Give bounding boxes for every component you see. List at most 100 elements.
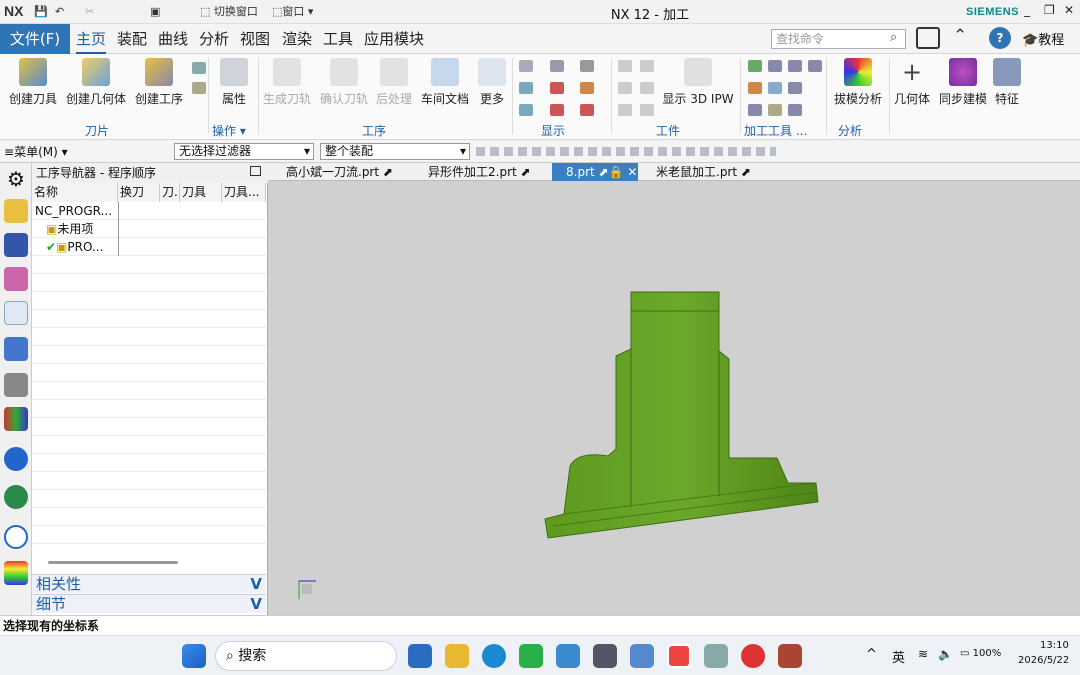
tab-view[interactable]: 视图 [240,24,270,54]
shop-doc-button[interactable]: 车间文档 [418,58,472,107]
machining-tool-icon-4[interactable] [768,60,782,72]
qq-icon[interactable] [741,644,765,668]
selection-filter-select[interactable]: 无选择过滤器 ▾ [174,143,314,160]
machining-tool-icon-7[interactable] [788,60,802,72]
tab-assembly[interactable]: 装配 [117,24,147,54]
note-app-icon[interactable] [556,644,580,668]
display-icon-2[interactable] [519,82,533,94]
display-icon-3[interactable] [519,104,533,116]
workpiece-icon-6[interactable] [640,104,654,116]
tab-curve[interactable]: 曲线 [158,24,188,54]
clock-date[interactable]: 2026/5/22 [1018,655,1069,666]
winrar-icon[interactable] [778,644,802,668]
display-icon-5[interactable] [550,82,564,94]
machining-tool-icon-3[interactable] [748,104,762,116]
operation-navigator-icon[interactable] [4,301,28,325]
postprocess-button[interactable]: 后处理 [374,58,414,107]
machining-tool-icon-6[interactable] [768,104,782,116]
sync-modeling-button[interactable]: 同步建模 [936,58,990,107]
display-icon-1[interactable] [519,60,533,72]
assembly-navigator-icon[interactable] [4,233,28,257]
display-icon-9[interactable] [580,104,594,116]
create-geometry-button[interactable]: 创建几何体 [64,58,128,107]
part-model[interactable] [268,181,1080,615]
file-tab-4[interactable]: 米老鼠加工.prt ⬈ [642,163,772,181]
file-tab-1[interactable]: 高小斌一刀流.prt ⬈ [272,163,402,181]
column-header-tool-extra[interactable]: 刀具... [222,183,266,202]
workpiece-icon-3[interactable] [618,104,632,116]
mini-tool-icon[interactable] [192,62,206,74]
workpiece-icon-2[interactable] [618,82,632,94]
cloud-app-icon[interactable] [630,644,654,668]
part-navigator-icon[interactable] [4,337,28,361]
file-menu-button[interactable]: 文件(F) [0,24,70,54]
table-row[interactable]: NC_PROGR... [32,202,266,220]
nx-app-icon[interactable] [667,644,691,668]
machine-tool-navigator-icon[interactable] [4,199,28,223]
collapse-ribbon-icon[interactable]: ⌃ [953,26,967,46]
wifi-icon[interactable]: ≋ [918,647,928,661]
search-icon[interactable]: ⌕ [890,30,897,45]
image-tool-icon[interactable] [593,644,617,668]
menu-button[interactable]: ≡菜单(M) ▾ [4,143,68,160]
close-icon[interactable]: ✕ [627,165,637,179]
display-icon-4[interactable] [550,60,564,72]
machining-tool-icon-9[interactable] [788,104,802,116]
tab-home[interactable]: 主页 [76,24,107,54]
column-header-tool-path[interactable]: 刀. [160,183,180,202]
feature-button[interactable]: 特征 [992,58,1022,107]
table-row[interactable]: ▣未用项 [32,220,266,238]
machining-tool-icon-8[interactable] [788,82,802,94]
palette-icon[interactable] [4,561,28,585]
file-tab-2[interactable]: 异形件加工2.prt ⬈ [414,163,548,181]
display-icon-6[interactable] [550,104,564,116]
machining-tool-icon-5[interactable] [768,82,782,94]
column-header-tool-change[interactable]: 换刀 [118,183,160,202]
close-button[interactable]: ✕ [1064,3,1074,17]
geometry-button[interactable]: + 几何体 [892,58,932,107]
wechat-icon[interactable] [519,644,543,668]
create-tool-button[interactable]: 创建刀具 [6,58,60,107]
snap-icons-strip[interactable] [476,147,776,156]
show-3d-ipw-button[interactable]: 显示 3D IPW [660,58,736,107]
help-icon[interactable]: ? [989,27,1011,49]
battery-indicator[interactable]: ▭ 100% [960,648,1001,659]
tab-analysis[interactable]: 分析 [199,24,229,54]
library-icon[interactable] [4,407,28,431]
horizontal-scrollbar[interactable] [48,561,178,564]
create-operation-button[interactable]: 创建工序 [132,58,186,107]
history-clock-icon[interactable] [4,525,28,549]
draft-analysis-button[interactable]: 拔模分析 [830,58,886,107]
mini-geometry-icon[interactable] [192,82,206,94]
workpiece-icon-4[interactable] [640,60,654,72]
chevron-up-icon[interactable]: ^ [866,647,877,662]
workpiece-icon-1[interactable] [618,60,632,72]
details-section-header[interactable]: 细节 V [32,594,266,613]
web-browser-icon[interactable] [4,485,28,509]
related-section-header[interactable]: 相关性 V [32,574,266,593]
command-search-input[interactable]: 查找命令 [771,29,906,49]
tab-render[interactable]: 渲染 [282,24,312,54]
fullscreen-icon[interactable] [916,27,940,49]
input-language-indicator[interactable]: 英 [892,647,905,666]
display-icon-8[interactable] [580,82,594,94]
machining-tool-icon-2[interactable] [748,82,762,94]
volume-icon[interactable]: 🔈 [938,647,953,661]
folder-icon[interactable] [445,644,469,668]
restore-button[interactable]: ❐ [1044,3,1055,17]
more-button[interactable]: 更多 [476,58,508,107]
group-operation-label[interactable]: 操作 ▾ [212,122,246,139]
properties-button[interactable]: 属性 [214,58,254,107]
info-icon[interactable] [4,447,28,471]
edge-browser-icon[interactable] [482,644,506,668]
windows-start-icon[interactable] [182,644,206,668]
column-header-tool[interactable]: 刀具 [180,183,222,202]
minimize-button[interactable]: _ [1024,3,1030,17]
reuse-library-icon[interactable] [4,373,28,397]
display-icon-7[interactable] [580,60,594,72]
constraint-navigator-icon[interactable] [4,267,28,291]
assembly-scope-select[interactable]: 整个装配 ▾ [320,143,470,160]
verify-path-button[interactable]: 确认刀轨 [318,58,370,107]
maximize-panel-icon[interactable] [250,166,261,176]
column-header-name[interactable]: 名称 [32,183,118,202]
